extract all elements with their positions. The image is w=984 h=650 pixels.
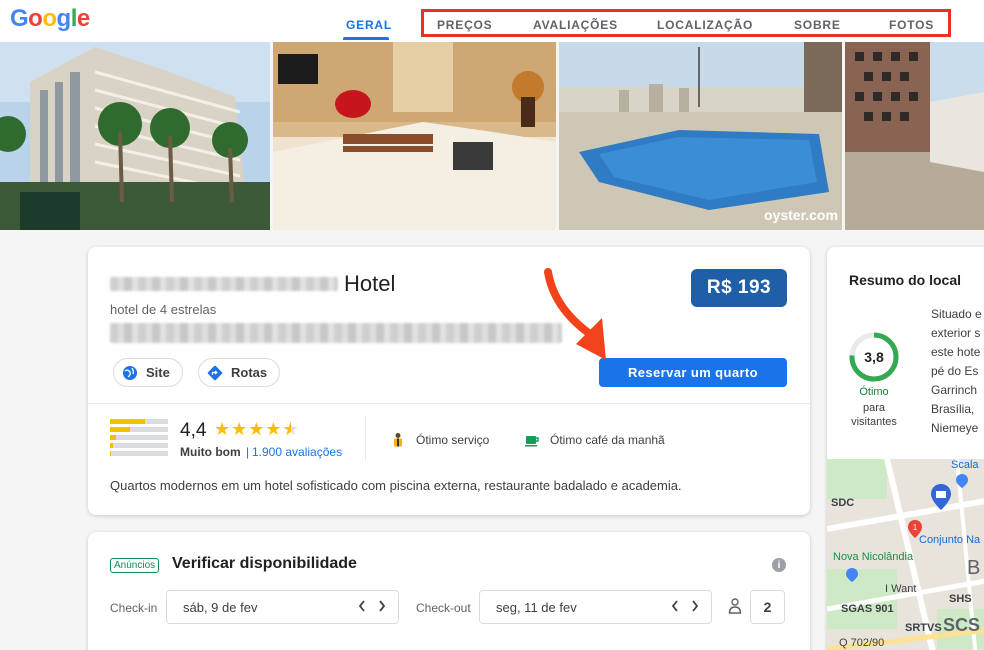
map-label: Q 702/90 xyxy=(839,637,885,649)
photo-pool[interactable]: oyster.com xyxy=(559,42,842,230)
checkin-value: sáb, 9 de fev xyxy=(183,599,258,615)
directions-icon xyxy=(207,365,223,381)
map-label: Nova Nicolândia xyxy=(833,551,914,563)
checkin-label: Check-in xyxy=(110,601,158,615)
site-label: Site xyxy=(146,365,170,380)
place-pin-icon[interactable] xyxy=(845,567,859,583)
oyster-watermark: oyster.com xyxy=(764,207,838,223)
redacted-address xyxy=(110,323,562,343)
tabs-highlight-box xyxy=(421,9,951,37)
photo-room[interactable] xyxy=(273,42,556,230)
photo-facade[interactable] xyxy=(845,42,984,230)
rating-separator: | xyxy=(246,445,250,459)
coffee-icon xyxy=(524,432,540,448)
location-map[interactable]: 1 Scala SDC Conjunto Na Nova Nicolândia … xyxy=(827,459,984,650)
score-sub: para visitantes xyxy=(841,401,907,429)
photo-strip: oyster.com xyxy=(0,42,984,230)
bellhop-icon xyxy=(390,432,406,448)
chevron-left-icon[interactable] xyxy=(671,599,679,613)
directions-button[interactable]: Rotas xyxy=(198,358,281,387)
map-label: Conjunto Na xyxy=(919,534,981,546)
person-icon xyxy=(728,598,742,614)
chevron-left-icon[interactable] xyxy=(358,599,366,613)
reviews-link[interactable]: 1.900 avaliações xyxy=(252,445,342,459)
hotel-card: Hotel hotel de 4 estrelas R$ 193 Site Ro… xyxy=(88,247,810,515)
redacted-hotel-name xyxy=(110,277,338,291)
location-summary-card: Resumo do local 3,8 Ótimo para visitante… xyxy=(827,247,984,650)
top-bar: Google GERAL PREÇOS AVALIAÇÕES LOCALIZAÇ… xyxy=(0,0,984,42)
checkout-field[interactable]: seg, 11 de fev xyxy=(479,590,712,624)
guests-field[interactable]: 2 xyxy=(750,590,785,624)
amenity-service-label: Ótimo serviço xyxy=(416,433,490,447)
hotel-description: Quartos modernos em um hotel sofisticado… xyxy=(110,478,682,493)
location-score: 3,8 xyxy=(864,349,884,365)
score-label: Ótimo xyxy=(859,386,889,398)
map-label: Scala xyxy=(951,459,979,471)
divider xyxy=(88,403,810,404)
rating-stars: ★★★★★ xyxy=(214,419,300,440)
rating-value: 4,4 xyxy=(180,420,207,441)
info-icon[interactable]: i xyxy=(772,558,786,572)
map-label: SGAS 901 xyxy=(841,603,894,615)
score-sub-text: para visitantes xyxy=(851,402,897,428)
amenity-breakfast: Ótimo café da manhã xyxy=(524,432,665,448)
checkout-label: Check-out xyxy=(416,601,471,615)
price-badge[interactable]: R$ 193 xyxy=(691,269,787,307)
amenity-breakfast-label: Ótimo café da manhã xyxy=(550,433,665,447)
hotel-map-pin-icon[interactable] xyxy=(930,483,952,511)
chevron-right-icon[interactable] xyxy=(691,599,699,613)
chevron-right-icon[interactable] xyxy=(378,599,386,613)
hotel-class: hotel de 4 estrelas xyxy=(110,302,217,317)
place-pin-icon[interactable] xyxy=(955,473,969,489)
active-tab-indicator xyxy=(343,37,389,40)
map-label: B xyxy=(967,557,981,579)
rating-distribution xyxy=(110,419,168,459)
map-label: SCS xyxy=(943,615,981,635)
hotel-name: Hotel xyxy=(344,271,396,296)
ads-badge: Anúncios xyxy=(110,558,160,573)
tab-geral[interactable]: GERAL xyxy=(346,18,392,32)
map-label: SHS xyxy=(949,593,972,605)
book-room-button[interactable]: Reservar um quarto xyxy=(599,358,787,387)
availability-card: Anúncios Verificar disponibilidade i Che… xyxy=(88,532,810,650)
svg-text:1: 1 xyxy=(913,523,918,532)
summary-text: Situado e exterior s este hote pé do Es … xyxy=(931,307,982,435)
google-logo[interactable]: Google xyxy=(10,5,90,33)
checkout-value: seg, 11 de fev xyxy=(496,599,577,615)
site-button[interactable]: Site xyxy=(113,358,183,387)
rating-text: Muito bom xyxy=(180,445,241,459)
page: Google GERAL PREÇOS AVALIAÇÕES LOCALIZAÇ… xyxy=(0,0,984,650)
directions-label: Rotas xyxy=(231,365,268,380)
amenity-service: Ótimo serviço xyxy=(390,432,489,448)
checkin-field[interactable]: sáb, 9 de fev xyxy=(166,590,399,624)
map-label: I Want xyxy=(885,583,917,595)
globe-icon xyxy=(122,365,138,381)
availability-title: Verificar disponibilidade xyxy=(172,555,357,572)
photo-building[interactable] xyxy=(0,42,270,230)
map-label: SDC xyxy=(831,497,855,509)
map-label: SRTVS xyxy=(905,622,942,634)
summary-title: Resumo do local xyxy=(849,272,962,288)
divider-vertical xyxy=(365,415,366,461)
